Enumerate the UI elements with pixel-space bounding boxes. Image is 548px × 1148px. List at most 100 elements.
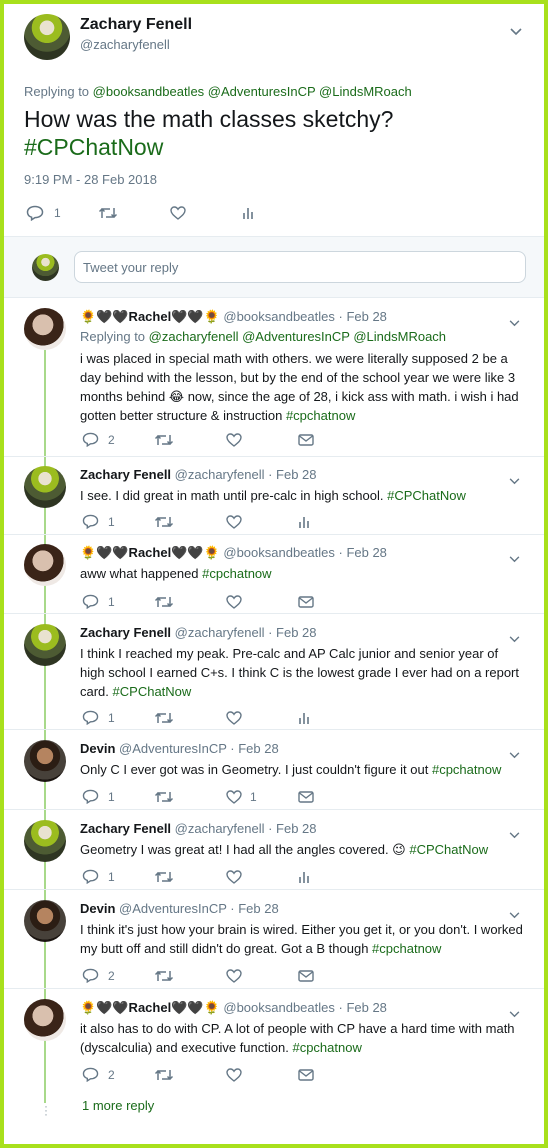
show-more-replies-link[interactable]: 1 more reply [82, 1098, 154, 1113]
chevron-down-icon[interactable] [509, 314, 520, 332]
mention-link[interactable]: @LindsMRoach [353, 329, 446, 344]
retweet-button[interactable] [154, 789, 226, 804]
chevron-down-icon[interactable] [510, 28, 522, 36]
analytics-button[interactable] [298, 514, 370, 529]
retweet-button[interactable] [98, 206, 170, 220]
author-handle[interactable]: @booksandbeatles [223, 545, 335, 560]
avatar[interactable] [24, 308, 66, 350]
tweet-date[interactable]: · Feb 28 [230, 741, 278, 756]
chevron-down-icon[interactable] [509, 630, 520, 648]
avatar[interactable] [24, 544, 66, 586]
like-button[interactable] [226, 869, 298, 884]
tweet-date[interactable]: · Feb 28 [230, 901, 278, 916]
chevron-down-icon[interactable] [509, 472, 520, 490]
author-name[interactable]: Zachary Fenell [80, 16, 192, 34]
direct-message-button[interactable] [298, 1067, 370, 1082]
author-name[interactable]: Zachary Fenell [80, 821, 171, 836]
hashtag-link[interactable]: #cpchatnow [432, 762, 501, 777]
author-name[interactable]: Devin [80, 901, 115, 916]
hashtag-link[interactable]: #CPChatNow [113, 684, 192, 699]
timestamp[interactable]: 9:19 PM - 28 Feb 2018 [24, 172, 524, 187]
retweet-button[interactable] [154, 710, 226, 725]
reply-button[interactable]: 1 [26, 205, 98, 221]
like-button[interactable] [226, 514, 298, 529]
analytics-button[interactable] [298, 710, 370, 725]
mention-link[interactable]: @AdventuresInCP [242, 329, 350, 344]
chevron-down-icon[interactable] [509, 906, 520, 924]
hashtag-link[interactable]: #CPChatNow [24, 133, 524, 161]
author-handle[interactable]: @AdventuresInCP [119, 901, 227, 916]
reply-button[interactable]: 1 [82, 594, 154, 609]
reply-button[interactable]: 1 [82, 869, 154, 884]
hashtag-link[interactable]: #cpchatnow [202, 566, 271, 581]
like-button[interactable] [226, 1067, 298, 1082]
hashtag-link[interactable]: #cpchatnow [372, 941, 441, 956]
author-name[interactable]: Devin [80, 741, 115, 756]
avatar[interactable] [24, 999, 66, 1041]
like-button[interactable]: 1 [226, 789, 298, 804]
retweet-button[interactable] [154, 968, 226, 983]
author-handle[interactable]: @zacharyfenell [175, 821, 265, 836]
direct-message-button[interactable] [298, 968, 370, 983]
tweet-date[interactable]: · Feb 28 [339, 1000, 387, 1015]
author-name[interactable]: Zachary Fenell [80, 625, 171, 640]
chevron-down-icon[interactable] [509, 826, 520, 844]
reply-button[interactable]: 2 [82, 968, 154, 983]
retweet-button[interactable] [154, 1067, 226, 1082]
author-handle[interactable]: @zacharyfenell [175, 467, 265, 482]
direct-message-button[interactable] [298, 594, 370, 609]
chevron-down-icon[interactable] [509, 550, 520, 568]
mention-link[interactable]: @zacharyfenell [149, 329, 239, 344]
reply-button[interactable]: 1 [82, 789, 154, 804]
tweet-header: Devin @AdventuresInCP · Feb 28 [80, 900, 526, 918]
retweet-button[interactable] [154, 594, 226, 609]
tweet-date[interactable]: · Feb 28 [268, 625, 316, 640]
avatar[interactable] [24, 900, 66, 942]
author-handle[interactable]: @booksandbeatles [223, 1000, 335, 1015]
tweet-date[interactable]: · Feb 28 [268, 467, 316, 482]
avatar[interactable] [24, 740, 66, 782]
tweet-date[interactable]: · Feb 28 [339, 545, 387, 560]
hashtag-link[interactable]: #CPChatNow [409, 842, 488, 857]
retweet-button[interactable] [154, 869, 226, 884]
author-handle[interactable]: @zacharyfenell [175, 625, 265, 640]
avatar[interactable] [24, 14, 70, 60]
reply-button[interactable]: 1 [82, 710, 154, 725]
author-handle[interactable]: @AdventuresInCP [119, 741, 227, 756]
direct-message-button[interactable] [298, 432, 370, 447]
like-button[interactable] [226, 710, 298, 725]
hashtag-link[interactable]: #CPChatNow [387, 488, 466, 503]
like-button[interactable] [226, 594, 298, 609]
avatar[interactable] [24, 624, 66, 666]
reply-button[interactable]: 2 [82, 432, 154, 447]
mention-link[interactable]: @AdventuresInCP [208, 84, 316, 99]
author-name[interactable]: 🌻🖤🖤Rachel🖤🖤🌻 [80, 309, 220, 324]
tweet-actions: 2 [82, 968, 370, 983]
analytics-button[interactable] [242, 206, 314, 220]
hashtag-link[interactable]: #cpchatnow [292, 1040, 361, 1055]
mention-link[interactable]: @LindsMRoach [319, 84, 412, 99]
author-handle[interactable]: @zacharyfenell [80, 37, 192, 52]
retweet-button[interactable] [154, 432, 226, 447]
hashtag-link[interactable]: #cpchatnow [286, 408, 355, 423]
mention-link[interactable]: @booksandbeatles [93, 84, 205, 99]
reply-input[interactable]: Tweet your reply [74, 251, 526, 283]
author-name[interactable]: 🌻🖤🖤Rachel🖤🖤🌻 [80, 545, 220, 560]
reply-button[interactable]: 2 [82, 1067, 154, 1082]
reply-button[interactable]: 1 [82, 514, 154, 529]
like-button[interactable] [170, 206, 242, 220]
tweet-date[interactable]: · Feb 28 [339, 309, 387, 324]
author-name[interactable]: Zachary Fenell [80, 467, 171, 482]
chevron-down-icon[interactable] [509, 1005, 520, 1023]
avatar[interactable] [24, 466, 66, 508]
author-handle[interactable]: @booksandbeatles [223, 309, 335, 324]
chevron-down-icon[interactable] [509, 746, 520, 764]
direct-message-button[interactable] [298, 789, 370, 804]
like-button[interactable] [226, 432, 298, 447]
retweet-button[interactable] [154, 514, 226, 529]
analytics-button[interactable] [298, 869, 370, 884]
avatar[interactable] [24, 820, 66, 862]
author-name[interactable]: 🌻🖤🖤Rachel🖤🖤🌻 [80, 1000, 220, 1015]
like-button[interactable] [226, 968, 298, 983]
tweet-date[interactable]: · Feb 28 [268, 821, 316, 836]
